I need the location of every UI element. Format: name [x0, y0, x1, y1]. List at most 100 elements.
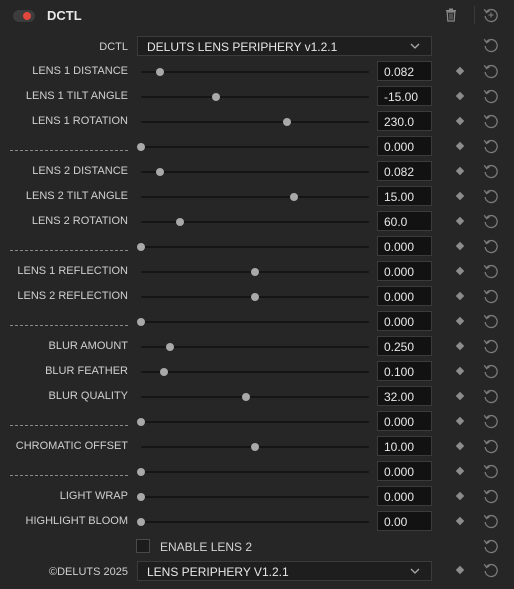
keyframe-diamond-icon[interactable] — [455, 216, 465, 226]
param-value-field[interactable]: 15.00 — [377, 186, 432, 206]
keyframe-diamond-icon[interactable] — [455, 166, 465, 176]
param-slider[interactable] — [137, 418, 369, 426]
slider-handle[interactable] — [137, 493, 145, 501]
slider-handle[interactable] — [137, 243, 145, 251]
keyframe-diamond-icon[interactable] — [455, 366, 465, 376]
param-slider[interactable] — [141, 68, 369, 76]
slider-handle[interactable] — [137, 418, 145, 426]
param-slider[interactable] — [141, 168, 369, 176]
param-slider[interactable] — [137, 318, 369, 326]
param-slider[interactable] — [141, 393, 369, 401]
trash-icon[interactable] — [445, 8, 457, 22]
slider-handle[interactable] — [251, 293, 259, 301]
slider-handle[interactable] — [155, 168, 164, 176]
keyframe-diamond-icon[interactable] — [455, 241, 465, 251]
param-slider[interactable] — [137, 468, 369, 476]
reset-icon[interactable] — [483, 363, 499, 379]
reset-icon[interactable] — [483, 37, 499, 53]
param-value-field[interactable]: 0.100 — [377, 361, 432, 381]
keyframe-diamond-icon[interactable] — [455, 141, 465, 151]
reset-icon[interactable] — [483, 163, 499, 179]
reset-icon[interactable] — [483, 438, 499, 454]
param-value-field[interactable]: 0.000 — [377, 236, 432, 256]
param-value-field[interactable]: -15.00 — [377, 86, 432, 106]
param-value-field[interactable]: 0.000 — [377, 311, 432, 331]
reset-icon[interactable] — [483, 213, 499, 229]
keyframe-diamond-icon[interactable] — [455, 316, 465, 326]
version-select[interactable]: LENS PERIPHERY V1.2.1 — [137, 561, 432, 581]
slider-handle[interactable] — [241, 393, 250, 401]
reset-icon[interactable] — [483, 63, 499, 79]
param-slider[interactable] — [141, 93, 369, 101]
reset-icon[interactable] — [483, 138, 499, 154]
slider-handle[interactable] — [137, 143, 145, 151]
param-value-field[interactable]: 0.000 — [377, 486, 432, 506]
slider-handle[interactable] — [251, 443, 259, 451]
dctl-enable-toggle[interactable] — [13, 10, 35, 22]
param-slider[interactable] — [141, 293, 369, 301]
reset-icon[interactable] — [483, 562, 499, 578]
param-value-field[interactable]: 0.000 — [377, 411, 432, 431]
keyframe-diamond-icon[interactable] — [455, 341, 465, 351]
reset-icon[interactable] — [483, 338, 499, 354]
slider-handle[interactable] — [282, 118, 291, 126]
reset-icon[interactable] — [483, 313, 499, 329]
param-slider[interactable] — [137, 143, 369, 151]
reset-icon[interactable] — [483, 263, 499, 279]
slider-handle[interactable] — [289, 193, 298, 201]
keyframe-diamond-icon[interactable] — [455, 466, 465, 476]
slider-handle[interactable] — [251, 268, 259, 276]
param-slider[interactable] — [141, 118, 369, 126]
keyframe-diamond-icon[interactable] — [455, 516, 465, 526]
param-slider[interactable] — [141, 268, 369, 276]
param-value-field[interactable]: 0.250 — [377, 336, 432, 356]
param-value-field[interactable]: 230.0 — [377, 111, 432, 131]
keyframe-diamond-icon[interactable] — [455, 91, 465, 101]
dctl-select[interactable]: DELUTS LENS PERIPHERY v1.2.1 — [137, 36, 432, 56]
enable-lens2-checkbox[interactable] — [136, 539, 150, 553]
keyframe-diamond-icon[interactable] — [455, 116, 465, 126]
slider-handle[interactable] — [212, 93, 221, 101]
param-slider[interactable] — [141, 443, 369, 451]
param-value-field[interactable]: 0.000 — [377, 261, 432, 281]
keyframe-diamond-icon[interactable] — [455, 565, 465, 575]
keyframe-diamond-icon[interactable] — [455, 191, 465, 201]
param-value-field[interactable]: 0.00 — [377, 511, 432, 531]
keyframe-diamond-icon[interactable] — [455, 441, 465, 451]
param-slider[interactable] — [137, 518, 369, 526]
param-slider[interactable] — [141, 218, 369, 226]
reset-icon[interactable] — [483, 113, 499, 129]
param-value-field[interactable]: 60.0 — [377, 211, 432, 231]
reset-icon[interactable] — [483, 413, 499, 429]
slider-handle[interactable] — [175, 218, 184, 226]
keyframe-diamond-icon[interactable] — [455, 491, 465, 501]
slider-handle[interactable] — [155, 68, 164, 76]
slider-handle[interactable] — [137, 468, 145, 476]
reset-icon[interactable] — [483, 238, 499, 254]
slider-handle[interactable] — [137, 318, 145, 326]
param-value-field[interactable]: 32.00 — [377, 386, 432, 406]
param-slider[interactable] — [141, 368, 369, 376]
slider-handle[interactable] — [159, 368, 168, 376]
slider-handle[interactable] — [137, 518, 145, 526]
param-value-field[interactable]: 0.000 — [377, 286, 432, 306]
reset-icon[interactable] — [483, 88, 499, 104]
reset-icon[interactable] — [483, 463, 499, 479]
slider-handle[interactable] — [165, 343, 174, 351]
keyframe-diamond-icon[interactable] — [455, 66, 465, 76]
reset-icon[interactable] — [483, 488, 499, 504]
reset-icon[interactable] — [483, 513, 499, 529]
param-slider[interactable] — [137, 493, 369, 501]
param-value-field[interactable]: 0.082 — [377, 161, 432, 181]
param-slider[interactable] — [141, 193, 369, 201]
param-slider[interactable] — [137, 243, 369, 251]
reset-icon[interactable] — [483, 538, 499, 554]
param-value-field[interactable]: 0.000 — [377, 136, 432, 156]
keyframe-diamond-icon[interactable] — [455, 291, 465, 301]
param-value-field[interactable]: 10.00 — [377, 436, 432, 456]
keyframe-diamond-icon[interactable] — [455, 266, 465, 276]
param-value-field[interactable]: 0.082 — [377, 61, 432, 81]
param-slider[interactable] — [141, 343, 369, 351]
keyframe-diamond-icon[interactable] — [455, 416, 465, 426]
keyframe-diamond-icon[interactable] — [455, 391, 465, 401]
